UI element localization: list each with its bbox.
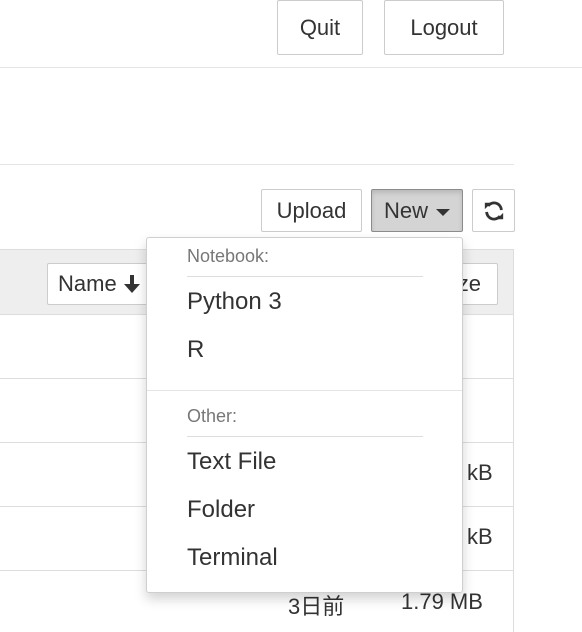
file-size: kB <box>467 460 493 485</box>
quit-button-label: Quit <box>299 14 341 40</box>
file-list-border <box>513 249 514 632</box>
upload-button[interactable]: Upload <box>261 189 362 232</box>
new-button-label: New <box>383 197 428 223</box>
menu-divider <box>147 390 462 391</box>
notebook-section-header: Notebook: <box>187 246 270 266</box>
upload-button-label: Upload <box>276 197 347 223</box>
refresh-button[interactable] <box>472 189 515 232</box>
logout-button[interactable]: Logout <box>384 0 504 55</box>
menu-item-python3[interactable]: Python 3 <box>187 288 282 316</box>
quit-button[interactable]: Quit <box>277 0 363 55</box>
tabs-divider <box>0 164 514 165</box>
notebook-header-underline <box>187 276 423 277</box>
file-size: kB <box>467 524 493 549</box>
refresh-icon <box>484 201 503 220</box>
name-column-label: Name <box>58 271 117 296</box>
other-header-underline <box>187 436 423 437</box>
file-modified: 3日前 <box>288 594 345 619</box>
menu-item-terminal[interactable]: Terminal <box>187 544 278 572</box>
new-dropdown-button[interactable]: New <box>371 189 463 232</box>
other-section-header: Other: <box>187 406 238 426</box>
jupyter-file-browser: Quit Logout Upload New Name ze kB kB 3日前… <box>0 0 582 632</box>
header-divider <box>0 67 582 68</box>
arrow-down-icon <box>123 275 140 293</box>
menu-item-folder[interactable]: Folder <box>187 496 255 524</box>
sort-by-name-button[interactable]: Name <box>47 263 157 305</box>
menu-item-text-file[interactable]: Text File <box>187 448 276 476</box>
logout-button-label: Logout <box>410 14 478 40</box>
menu-item-r[interactable]: R <box>187 336 204 364</box>
caret-down-icon <box>436 208 450 216</box>
new-dropdown-menu: Notebook: Python 3 R Other: Text File Fo… <box>146 237 463 593</box>
